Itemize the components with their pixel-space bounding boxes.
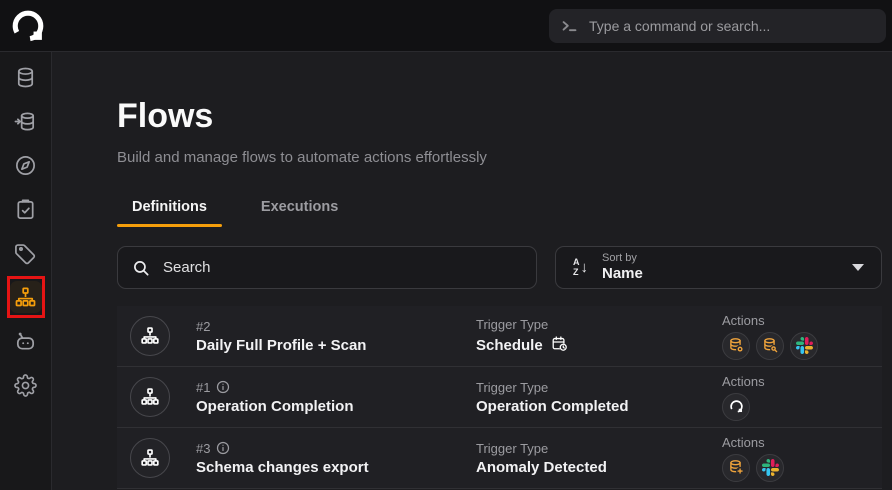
sidebar-item-settings[interactable] [10, 369, 42, 401]
sort-az-icon: A Z ↓ [573, 257, 588, 277]
flow-icon [141, 449, 159, 466]
sort-dropdown[interactable]: A Z ↓ Sort by Name [555, 246, 882, 290]
sort-value: Name [602, 265, 643, 283]
bot-icon [16, 332, 35, 350]
command-search-input[interactable] [587, 16, 874, 35]
calendar-clock-icon [551, 335, 568, 356]
trigger-type-label: Trigger Type [476, 440, 549, 456]
flow-row[interactable]: #3 Schema changes export Trigger Type An… [117, 428, 882, 490]
clipboard-check-icon [17, 199, 34, 219]
actions-label: Actions [722, 373, 765, 389]
info-icon[interactable] [216, 441, 230, 455]
page-title: Flows [117, 97, 214, 135]
search-input[interactable] [161, 258, 522, 278]
page-subtitle: Build and manage flows to automate actio… [117, 149, 487, 167]
sidebar-item-database[interactable] [10, 61, 42, 93]
database-add-icon [722, 453, 750, 482]
database-icon [17, 67, 34, 87]
flow-number: #1 [196, 379, 211, 395]
tab-bar: Definitions Executions [117, 189, 882, 228]
command-search-bar[interactable] [549, 8, 886, 43]
flow-row[interactable]: #2 Daily Full Profile + Scan Trigger Typ… [117, 306, 882, 368]
trigger-type-label: Trigger Type [476, 379, 549, 395]
sidebar [0, 52, 52, 490]
app-window: Flows Build and manage flows to automate… [0, 0, 892, 490]
flow-name: Daily Full Profile + Scan [196, 336, 367, 354]
q-logo-icon [722, 392, 750, 421]
flow-avatar [130, 377, 170, 418]
flow-avatar [130, 438, 170, 479]
flow-name: Operation Completion [196, 397, 354, 415]
flow-definitions-list: #2 Daily Full Profile + Scan Trigger Typ… [117, 306, 882, 490]
actions-label: Actions [722, 312, 765, 328]
action-chips [722, 392, 882, 421]
trigger-type-value: Operation Completed [476, 397, 629, 415]
flow-number: #2 [196, 318, 211, 334]
slack-icon [756, 453, 784, 482]
tag-icon [15, 243, 36, 264]
slack-icon [790, 331, 818, 360]
sidebar-item-tasks[interactable] [10, 193, 42, 225]
flow-number: #3 [196, 440, 211, 456]
trigger-type-label: Trigger Type [476, 316, 549, 332]
flow-name: Schema changes export [196, 458, 369, 476]
sidebar-item-database-import[interactable] [10, 105, 42, 137]
database-scan-icon [756, 331, 784, 360]
database-import-icon [14, 111, 35, 131]
trigger-type-value: Schedule [476, 336, 543, 354]
search-box[interactable] [117, 246, 537, 290]
action-chips [722, 453, 882, 482]
info-icon[interactable] [216, 380, 230, 394]
top-bar [0, 0, 892, 52]
flow-icon [141, 388, 159, 405]
flow-row[interactable]: #1 Operation Completion Trigger Type Ope… [117, 367, 882, 429]
flow-icon [141, 327, 159, 344]
search-icon [134, 260, 149, 276]
list-toolbar: AZ↓ Sort by Name [117, 246, 882, 290]
flow-avatar [130, 316, 170, 357]
sort-by-label: Sort by [602, 252, 637, 264]
tab-executions[interactable]: Executions [246, 189, 353, 227]
sidebar-item-explore[interactable] [10, 149, 42, 181]
sidebar-item-assistant[interactable] [10, 325, 42, 357]
terminal-prompt-icon [562, 21, 577, 32]
actions-label: Actions [722, 434, 765, 450]
settings-icon [14, 373, 37, 397]
compass-icon [16, 155, 35, 175]
main-content: Flows Build and manage flows to automate… [52, 52, 892, 490]
trigger-type-value: Anomaly Detected [476, 458, 607, 476]
action-chips [722, 331, 882, 360]
chevron-down-icon [852, 264, 864, 272]
app-logo-icon[interactable] [8, 6, 48, 46]
database-profile-icon [722, 331, 750, 360]
sidebar-item-tags[interactable] [10, 237, 42, 269]
flows-icon [15, 287, 36, 306]
tab-definitions[interactable]: Definitions [117, 189, 222, 228]
sidebar-item-flows[interactable] [6, 276, 45, 318]
